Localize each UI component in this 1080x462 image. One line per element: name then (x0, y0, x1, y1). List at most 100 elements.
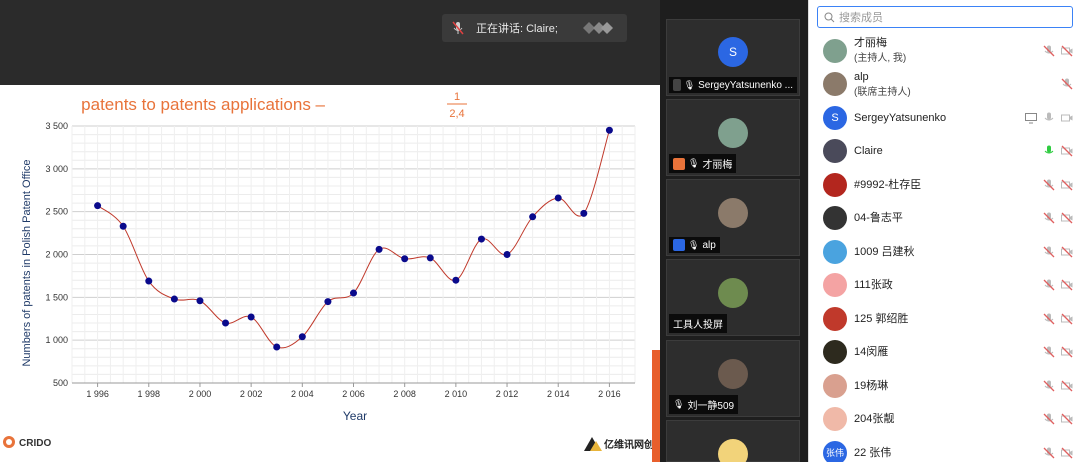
yiweixun-logo-text: 亿维讯网创 (604, 438, 654, 451)
data-point (247, 313, 255, 321)
member-name: alp (854, 70, 869, 83)
x-tick-label: 2 012 (496, 389, 519, 399)
chart-title-fraction-denominator: 2,4 (449, 108, 464, 120)
mic-muted-icon (1043, 346, 1055, 358)
video-tile[interactable]: 🎙 刘一静509 (666, 340, 800, 417)
screen-share-icon (1025, 112, 1037, 124)
host-badge-icon (673, 239, 685, 251)
member-status-icons (1043, 246, 1073, 258)
mic-icon: 🎙 (688, 158, 700, 168)
member-avatar (823, 206, 847, 231)
member-row[interactable]: 111张政 (809, 269, 1080, 303)
member-status-icons (1043, 380, 1073, 392)
member-row[interactable]: 才丽梅 (主持人, 我) (809, 34, 1080, 68)
search-placeholder: 搜索成员 (839, 12, 883, 24)
member-name: #9992-杜存臣 (854, 178, 922, 191)
data-point (119, 222, 127, 230)
y-axis-label: Numbers of patents in Polish Patent Offi… (21, 159, 33, 366)
mic-muted-icon (452, 21, 464, 35)
data-point (503, 251, 511, 258)
member-avatar (823, 273, 847, 298)
video-off-icon (1061, 114, 1073, 122)
video-off-icon (1061, 279, 1073, 291)
member-row[interactable]: Claire (809, 135, 1080, 169)
video-off-icon (1061, 145, 1073, 157)
data-point (452, 276, 460, 284)
video-avatar (718, 198, 748, 228)
member-avatar: 张伟 (823, 440, 847, 462)
member-status-icons (1043, 413, 1073, 425)
member-avatar (823, 306, 847, 331)
crido-logo-text: CRIDO (19, 438, 51, 449)
member-list: 才丽梅 (主持人, 我) alp (联席主持人) S SergeyYatsunenko Cl… (809, 34, 1080, 462)
yiweixun-logo: 亿维讯网创 (584, 437, 654, 451)
member-role: (主持人, 我) (854, 53, 907, 65)
member-name: 19杨琳 (854, 379, 889, 392)
data-point (477, 235, 485, 243)
data-point (350, 289, 357, 297)
video-off-icon (1061, 413, 1073, 425)
data-point (222, 319, 230, 327)
data-point (273, 343, 281, 351)
presentation-slide: 500 1 000 1 500 2 000 2 500 3 000 3 500 1 996 1 … (0, 85, 660, 462)
video-tile-name: alp (702, 239, 716, 251)
search-input[interactable]: 搜索成员 (817, 6, 1073, 28)
member-row[interactable]: 19杨琳 (809, 369, 1080, 403)
member-row[interactable]: 1009 吕建秋 (809, 235, 1080, 269)
patents-chart: 500 1 000 1 500 2 000 2 500 3 000 3 500 1 996 1 … (3, 91, 654, 451)
members-panel: 搜索成员 才丽梅 (主持人, 我) alp (联席主持人) S SergeyYatsune… (808, 0, 1080, 462)
member-row[interactable]: 04-鲁志平 (809, 202, 1080, 236)
member-avatar (823, 373, 847, 398)
y-tick-label: 2 500 (45, 207, 68, 217)
speaker-avatars-icon (583, 22, 613, 34)
video-tile[interactable]: 工具人投屏 (666, 259, 800, 336)
member-row[interactable]: 14闵雁 (809, 336, 1080, 370)
video-tile[interactable] (666, 420, 800, 462)
mic-muted-icon (1043, 212, 1055, 224)
x-tick-label: 2 010 (445, 389, 468, 399)
chart-title: patents to patents applications – (81, 95, 325, 114)
video-avatar (718, 278, 748, 308)
member-avatar (823, 139, 847, 164)
slide-accent-strip (652, 350, 660, 462)
mic-icon (1044, 112, 1054, 121)
member-name: 125 郭绍胜 (854, 312, 909, 325)
member-avatar (823, 407, 847, 432)
video-off-icon (1061, 346, 1073, 358)
chart-title-fraction-numerator: 1 (454, 91, 460, 103)
video-off-icon (1061, 179, 1073, 191)
x-tick-label: 2 000 (189, 389, 212, 399)
data-point (94, 202, 102, 210)
data-point (145, 277, 153, 285)
y-tick-label: 1 000 (45, 335, 68, 345)
video-tile[interactable]: 🎙 alp (666, 179, 800, 256)
video-tile-label: 🎙 刘一静509 (669, 395, 739, 414)
mic-muted-icon (1043, 279, 1055, 291)
video-tile[interactable]: S 🎙 SergeyYatsunenko ... (666, 19, 800, 96)
y-tick-label: 2 000 (45, 250, 68, 260)
x-axis-label: Year (343, 409, 367, 423)
member-row[interactable]: alp (联席主持人) (809, 68, 1080, 102)
member-status-icons (1025, 112, 1073, 124)
screen-share-icon (673, 79, 681, 91)
mic-muted-icon (1061, 78, 1073, 90)
member-row[interactable]: S SergeyYatsunenko (809, 101, 1080, 135)
mic-muted-icon (1043, 447, 1055, 459)
speaking-indicator: 正在讲话: Claire; (442, 14, 627, 42)
crido-logo: CRIDO (3, 436, 51, 449)
member-row[interactable]: 204张靓 (809, 403, 1080, 437)
mic-icon: 🎙 (673, 399, 685, 409)
member-row[interactable]: #9992-杜存臣 (809, 168, 1080, 202)
data-point (426, 254, 434, 262)
member-row[interactable]: 张伟 22 张伟 (809, 436, 1080, 462)
x-tick-label: 2 002 (240, 389, 263, 399)
video-tile[interactable]: 🎙 才丽梅 (666, 99, 800, 176)
video-tile-label: 🎙 才丽梅 (669, 154, 737, 173)
video-off-icon (1061, 313, 1073, 325)
video-avatar: S (718, 37, 748, 67)
data-point (529, 213, 537, 221)
video-tile-name: 刘一静509 (687, 401, 735, 412)
member-status-icons (1043, 45, 1073, 57)
video-off-icon (1061, 447, 1073, 459)
member-row[interactable]: 125 郭绍胜 (809, 302, 1080, 336)
